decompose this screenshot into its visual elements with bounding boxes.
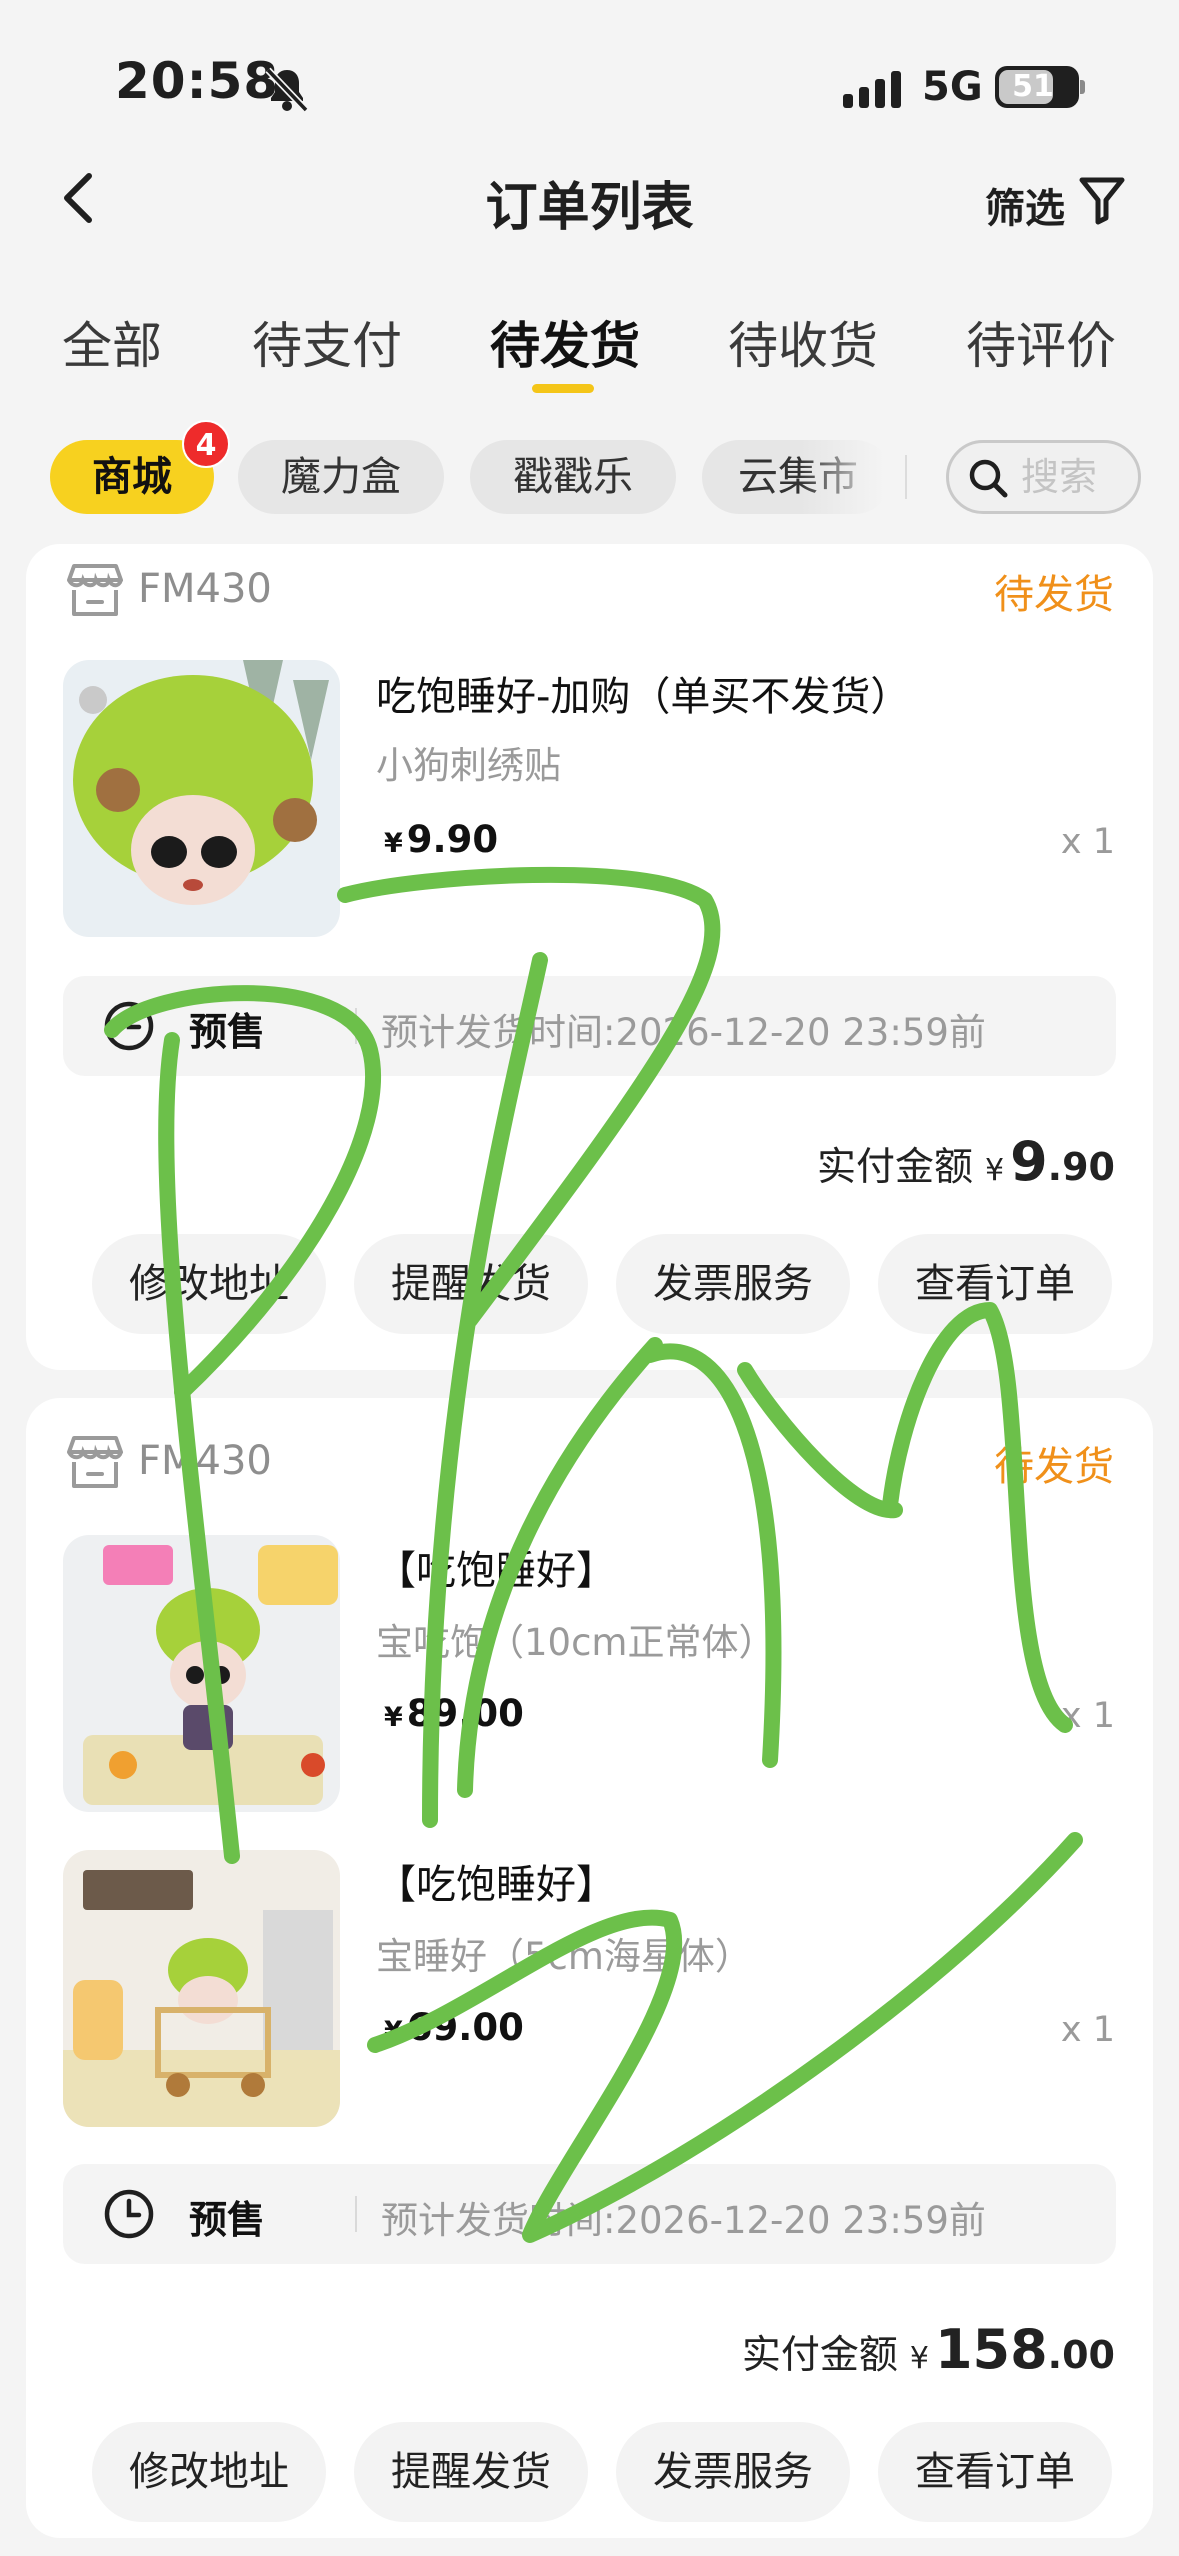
network-type: 5G — [922, 64, 983, 110]
presale-label: 预售 — [189, 2198, 266, 2242]
remind-shipment-button[interactable]: 提醒发货 — [354, 1234, 588, 1334]
chip-fade — [800, 440, 900, 514]
search-input[interactable]: 搜索 — [946, 440, 1141, 514]
search-placeholder: 搜索 — [1021, 455, 1098, 499]
order-total: 实付金额 ¥158.00 — [742, 2318, 1115, 2381]
product-price-currency: ¥ — [384, 828, 403, 859]
product-price: ¥89.00 — [384, 1692, 524, 1735]
filter-button-label[interactable]: 筛选 — [985, 176, 1065, 234]
product-title[interactable]: 【吃饱睡好】 — [376, 1852, 616, 1910]
product-image[interactable] — [63, 660, 340, 937]
product-qty: x 1 — [1060, 2010, 1115, 2050]
total-currency: ¥ — [985, 1153, 1005, 1188]
invoice-service-button[interactable]: 发票服务 — [616, 2422, 850, 2522]
chip-mall-badge: 4 — [182, 420, 230, 468]
product-image[interactable] — [63, 1535, 340, 1812]
product-title[interactable]: 吃饱睡好-加购（单买不发货） — [376, 664, 910, 722]
total-currency: ¥ — [909, 2341, 929, 2376]
product-price-currency: ¥ — [384, 1702, 403, 1733]
presale-separator — [355, 1008, 357, 1044]
status-time: 20:58 — [115, 52, 280, 110]
product-qty: x 1 — [1060, 822, 1115, 862]
chip-divider — [905, 455, 907, 499]
total-integer: 9 — [1010, 1130, 1048, 1193]
total-integer: 158 — [934, 2318, 1048, 2381]
product-image[interactable] — [63, 1850, 340, 2127]
product-price: ¥69.00 — [384, 2006, 524, 2049]
tab-pending-payment[interactable]: 待支付 — [252, 306, 402, 378]
store-icon — [67, 1436, 123, 1488]
clock-icon — [104, 2189, 154, 2239]
tab-pending-review[interactable]: 待评价 — [966, 306, 1116, 378]
total-label: 实付金额 — [816, 1145, 973, 1190]
tab-pending-shipment[interactable]: 待发货 — [490, 306, 640, 378]
product-title[interactable]: 【吃饱睡好】 — [376, 1538, 616, 1596]
product-price-value: 9.90 — [406, 818, 499, 861]
order-status: 待发货 — [994, 1444, 1114, 1490]
product-price-currency: ¥ — [384, 2016, 403, 2047]
total-decimal: .90 — [1047, 1145, 1115, 1189]
tab-pending-receipt[interactable]: 待收货 — [728, 306, 878, 378]
bell-off-icon — [265, 67, 309, 113]
product-price: ¥9.90 — [384, 818, 498, 861]
order-total: 实付金额 ¥9.90 — [817, 1130, 1115, 1193]
presale-label: 预售 — [189, 1010, 266, 1054]
product-spec: 小狗刺绣贴 — [376, 744, 561, 787]
chip-magic-box[interactable]: 魔力盒 — [238, 440, 444, 514]
store-name: FM430 — [138, 1438, 272, 1484]
invoice-service-button[interactable]: 发票服务 — [616, 1234, 850, 1334]
view-order-button[interactable]: 查看订单 — [878, 1234, 1112, 1334]
funnel-icon[interactable] — [1078, 174, 1126, 226]
product-qty: x 1 — [1060, 1696, 1115, 1736]
remind-shipment-button[interactable]: 提醒发货 — [354, 2422, 588, 2522]
total-decimal: .00 — [1047, 2333, 1115, 2377]
signal-icon — [843, 71, 901, 108]
presale-bar: 预售 预计发货时间:2026-12-20 23:59前 — [63, 2164, 1116, 2264]
estimated-ship-time: 预计发货时间:2026-12-20 23:59前 — [381, 1011, 986, 1054]
product-price-value: 69.00 — [406, 2006, 524, 2049]
total-label: 实付金额 — [741, 2333, 898, 2378]
tab-all[interactable]: 全部 — [62, 306, 162, 378]
product-spec: 宝睡好（5cm海星体） — [376, 1935, 752, 1978]
store-name: FM430 — [138, 566, 272, 612]
battery-level: 51 — [1012, 69, 1054, 104]
view-order-button[interactable]: 查看订单 — [878, 2422, 1112, 2522]
tab-active-indicator — [532, 384, 594, 393]
battery-tip — [1080, 80, 1085, 94]
chip-poke-fun[interactable]: 戳戳乐 — [470, 440, 676, 514]
modify-address-button[interactable]: 修改地址 — [92, 2422, 326, 2522]
modify-address-button[interactable]: 修改地址 — [92, 1234, 326, 1334]
product-price-value: 89.00 — [406, 1692, 524, 1735]
store-icon — [67, 564, 123, 616]
product-spec: 宝吃饱（10cm正常体） — [376, 1621, 776, 1664]
battery-indicator: 51 — [995, 66, 1079, 108]
search-icon — [969, 459, 1008, 498]
clock-icon — [104, 1001, 154, 1051]
presale-separator — [355, 2196, 357, 2232]
order-status: 待发货 — [994, 572, 1114, 618]
estimated-ship-time: 预计发货时间:2026-12-20 23:59前 — [381, 2199, 986, 2242]
presale-bar: 预售 预计发货时间:2026-12-20 23:59前 — [63, 976, 1116, 1076]
